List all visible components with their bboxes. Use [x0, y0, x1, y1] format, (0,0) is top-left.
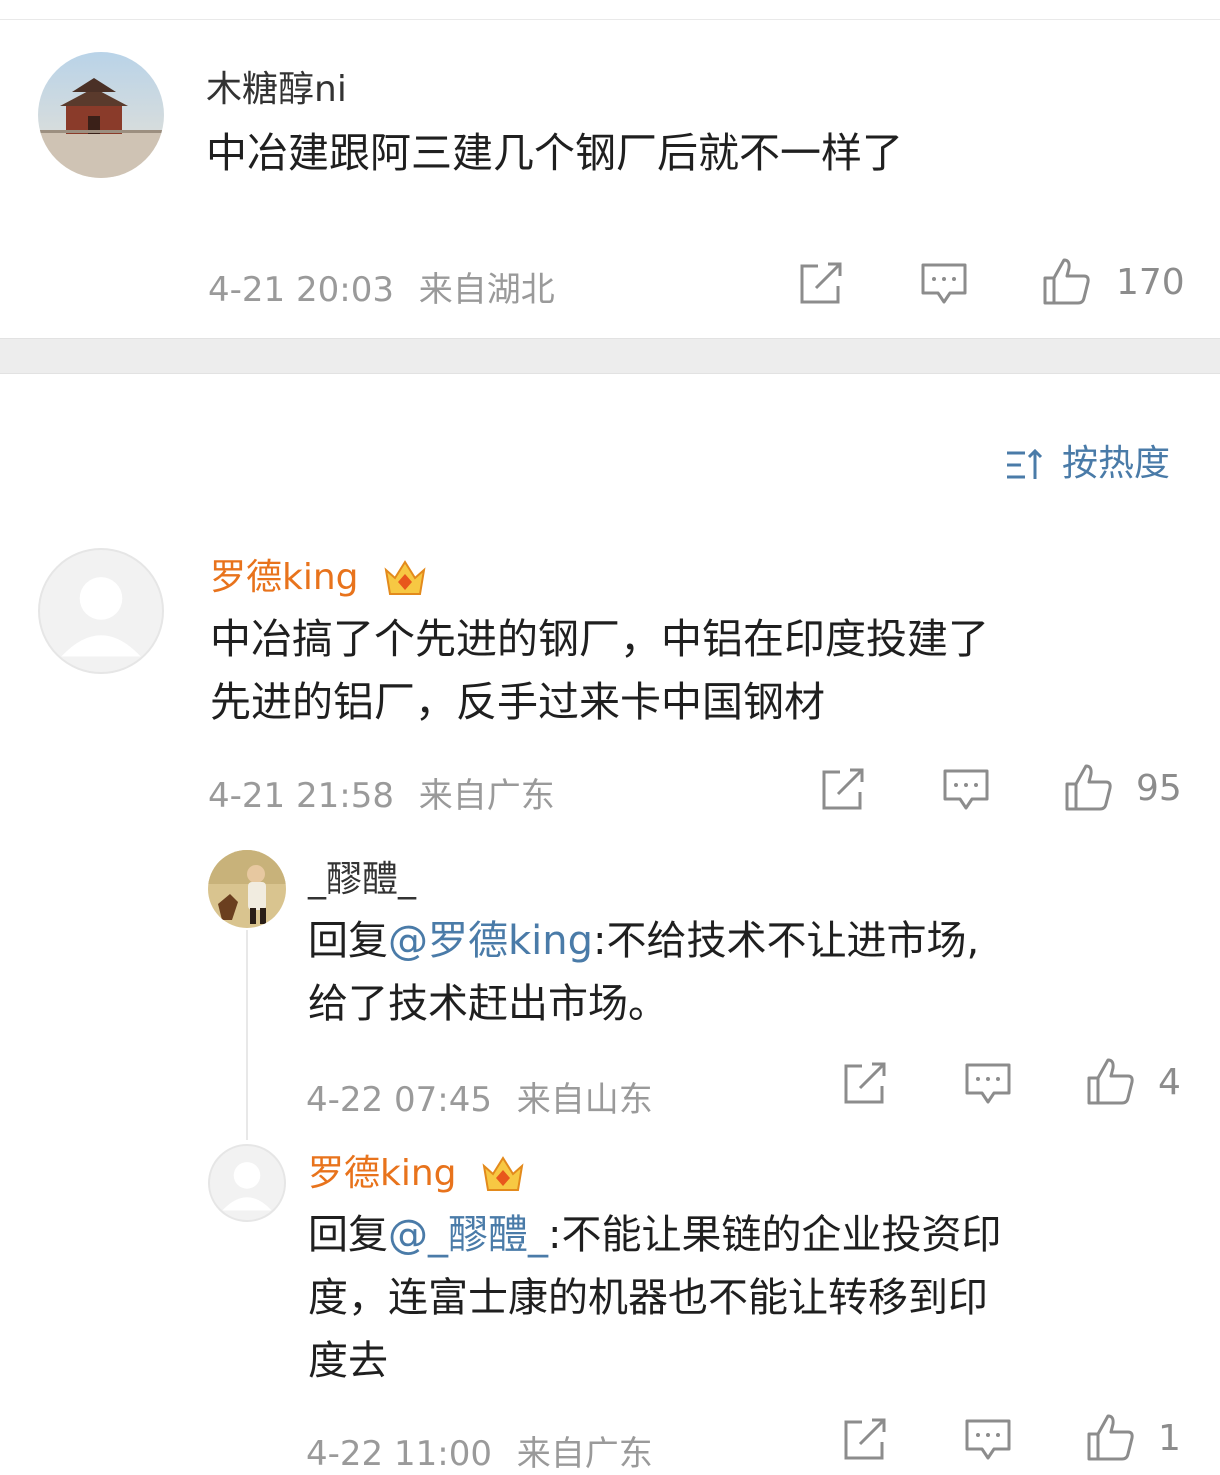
like-button[interactable] [1042, 256, 1092, 306]
like-count: 1 [1158, 1418, 1181, 1459]
reply-prefix: 回复 [308, 1212, 388, 1258]
sort-label: 按热度 [1061, 443, 1170, 484]
comment-username[interactable]: 木糖醇ni [206, 60, 347, 112]
comment-location: 来自湖北 [418, 270, 555, 310]
like-button[interactable] [1086, 1056, 1136, 1106]
default-avatar-icon [222, 1162, 272, 1211]
character-photo-icon [208, 850, 286, 928]
sort-by-hot-button[interactable]: 按热度 [1005, 434, 1170, 486]
reply-text: 回复@_醪醴_:不能让果链的企业投资印 度，连富士康的机器也不能让转移到印 度去 [308, 1204, 1001, 1393]
share-button[interactable] [842, 1062, 888, 1106]
user-avatar[interactable] [38, 548, 164, 674]
thumbs-up-icon [1043, 258, 1090, 305]
reply-text-line: :不能让果链的企业投资印 [548, 1212, 1002, 1258]
user-avatar[interactable] [208, 1144, 286, 1222]
comment-text-line: 先进的铝厂，反手过来卡中国钢材 [210, 678, 825, 726]
share-icon [844, 1418, 886, 1460]
share-button[interactable] [820, 768, 866, 812]
crown-icon [384, 560, 426, 595]
share-icon [844, 1062, 886, 1104]
comment-meta: 4-21 20:03 来自湖北 [208, 262, 555, 311]
reply-meta: 4-22 07:45 来自山东 [306, 1072, 653, 1121]
reply-button[interactable] [964, 1418, 1012, 1462]
user-avatar[interactable] [38, 52, 164, 178]
share-button[interactable] [798, 262, 844, 306]
mention-link[interactable]: @_醪醴_ [388, 1212, 548, 1258]
reply-text-line: :不给技术不让进市场, [593, 918, 980, 964]
reply-prefix: 回复 [308, 918, 388, 964]
comment-icon [943, 769, 989, 810]
reply-location: 来自广东 [516, 1434, 653, 1474]
reply-username[interactable]: 罗德king [308, 1144, 526, 1198]
like-button[interactable] [1064, 762, 1114, 812]
comment-username[interactable]: 罗德king [210, 548, 428, 602]
thumbs-up-icon [1087, 1414, 1134, 1461]
user-avatar[interactable] [208, 850, 286, 928]
comment-date: 4-21 20:03 [208, 270, 394, 310]
like-count: 95 [1136, 768, 1182, 809]
top-divider [0, 19, 1220, 20]
crown-icon [482, 1156, 524, 1191]
reply-text-line: 给了技术赶出市场。 [308, 981, 668, 1027]
comment-text: 中冶建跟阿三建几个钢厂后就不一样了 [206, 129, 903, 177]
comment-icon [965, 1063, 1011, 1104]
username-text: 罗德king [308, 1153, 457, 1194]
like-button[interactable] [1086, 1412, 1136, 1462]
default-avatar-icon [61, 577, 141, 657]
reply-date: 4-22 11:00 [306, 1434, 492, 1474]
reply-button[interactable] [942, 768, 990, 812]
sort-icon [1006, 448, 1042, 479]
comment-icon [921, 263, 967, 304]
comment-date: 4-21 21:58 [208, 776, 394, 816]
thumbs-up-icon [1065, 764, 1112, 811]
reply-meta: 4-22 11:00 来自广东 [306, 1426, 653, 1475]
thumbs-up-icon [1087, 1058, 1134, 1105]
comment-text: 中冶搞了个先进的钢厂，中铝在印度投建了 先进的铝厂，反手过来卡中国钢材 [210, 608, 989, 734]
reply-button[interactable] [964, 1062, 1012, 1106]
comment-meta: 4-21 21:58 来自广东 [208, 768, 555, 817]
reply-text-line: 度，连富士康的机器也不能让转移到印 [308, 1275, 988, 1321]
section-divider [0, 338, 1220, 374]
mention-link[interactable]: @罗德king [388, 918, 593, 964]
like-count: 170 [1116, 262, 1185, 303]
city-gate-photo-icon [38, 52, 164, 178]
reply-location: 来自山东 [516, 1080, 653, 1120]
reply-date: 4-22 07:45 [306, 1080, 492, 1120]
reply-thread-line [246, 930, 248, 1140]
share-button[interactable] [842, 1418, 888, 1462]
comment-location: 来自广东 [418, 776, 555, 816]
reply-username[interactable]: _醪醴_ [308, 850, 416, 902]
comment-text-line: 中冶搞了个先进的钢厂，中铝在印度投建了 [210, 615, 989, 663]
username-text: 罗德king [210, 557, 359, 598]
comment-icon [965, 1419, 1011, 1460]
share-icon [822, 768, 864, 810]
like-count: 4 [1158, 1062, 1181, 1103]
share-icon [800, 262, 842, 304]
reply-button[interactable] [920, 262, 968, 306]
reply-text-line: 度去 [308, 1338, 388, 1384]
reply-text: 回复@罗德king:不给技术不让进市场, 给了技术赶出市场。 [308, 910, 979, 1036]
